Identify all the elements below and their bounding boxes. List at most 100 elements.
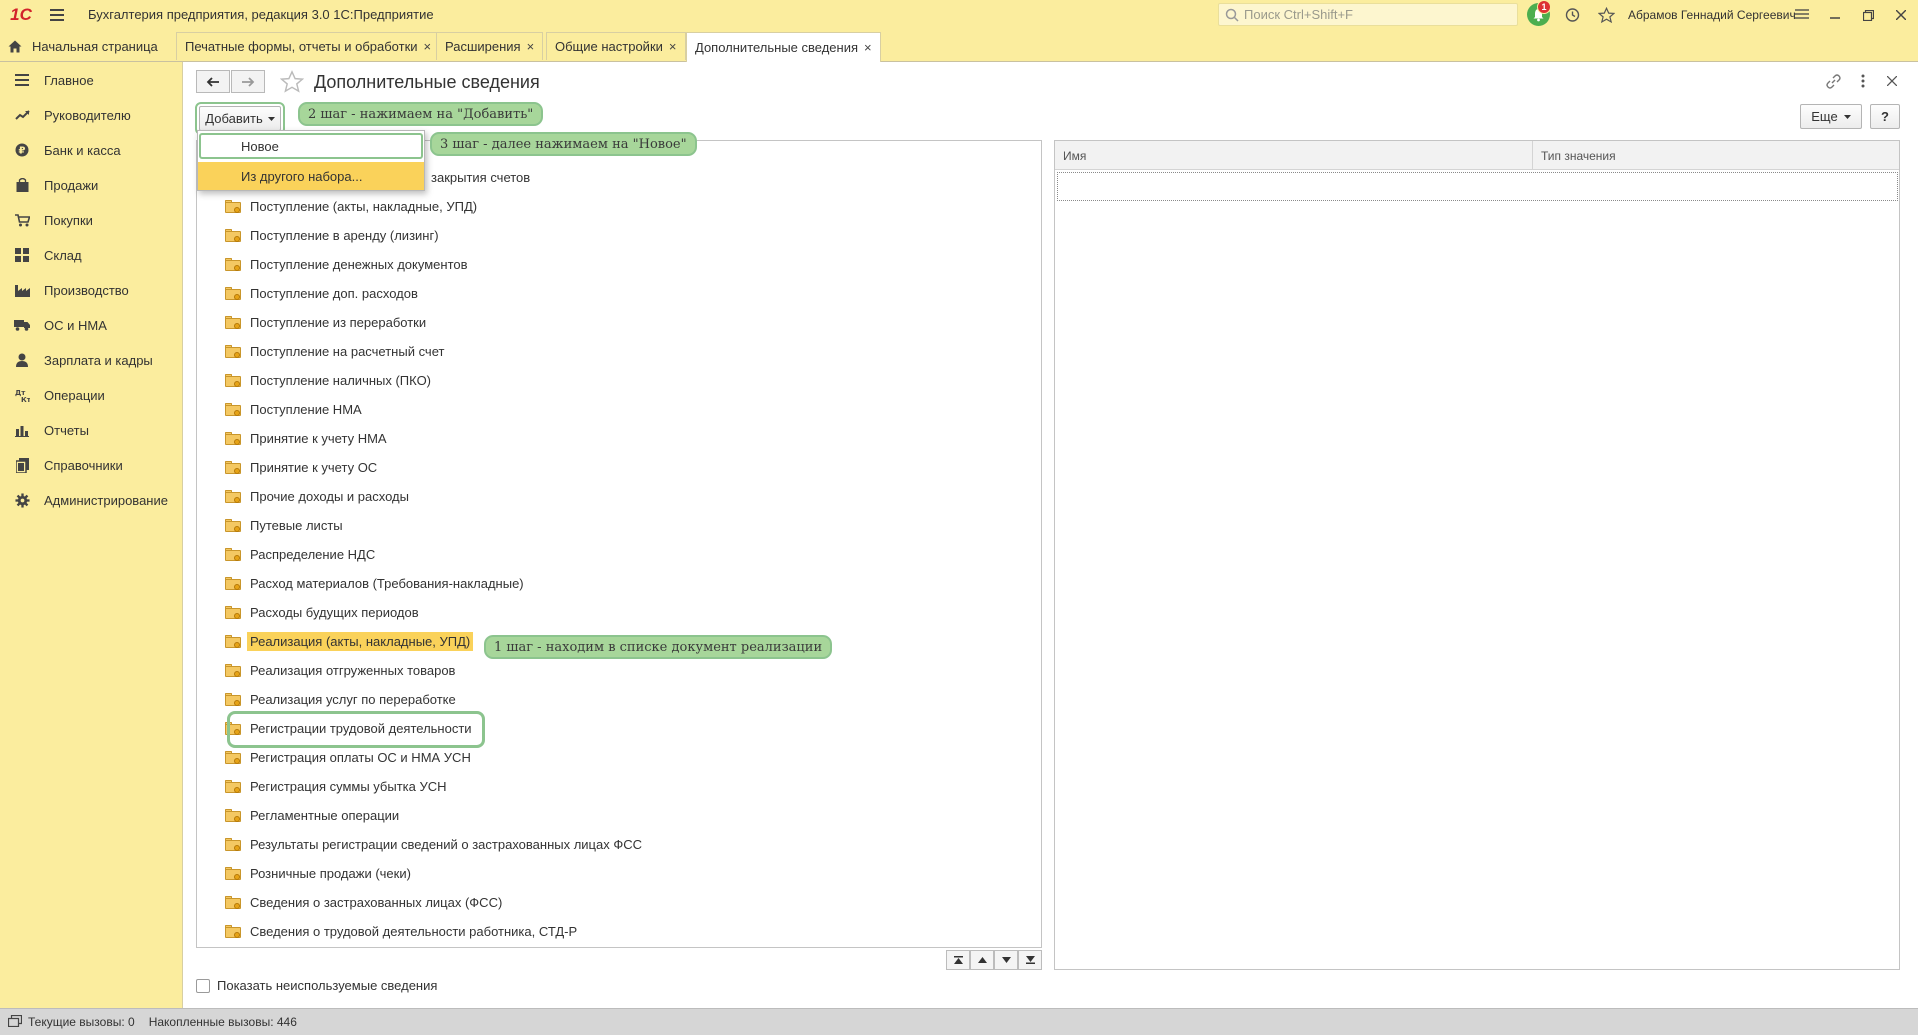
sidebar-item-catalogs[interactable]: Справочники bbox=[0, 450, 183, 480]
sidebar-item-reports[interactable]: Отчеты bbox=[0, 415, 183, 445]
column-name[interactable]: Имя bbox=[1055, 141, 1532, 170]
sidebar-item-label: Производство bbox=[44, 282, 129, 298]
list-item[interactable]: Поступление НМА bbox=[197, 395, 1041, 424]
list-item[interactable]: Принятие к учету НМА bbox=[197, 424, 1041, 453]
scroll-top-button[interactable] bbox=[946, 950, 970, 970]
list-item[interactable]: Поступление в аренду (лизинг) bbox=[197, 221, 1041, 250]
help-button[interactable]: ? bbox=[1870, 104, 1900, 129]
table-row[interactable] bbox=[1057, 172, 1898, 201]
more-vertical-icon[interactable] bbox=[1854, 72, 1872, 90]
list-item[interactable]: Реализация отгруженных товаров bbox=[197, 656, 1041, 685]
main-menu-icon[interactable] bbox=[42, 0, 72, 29]
list-item[interactable]: Реализация услуг по переработке bbox=[197, 685, 1041, 714]
column-value-type[interactable]: Тип значения bbox=[1532, 141, 1899, 170]
more-button-label: Еще bbox=[1811, 109, 1838, 124]
info-sets-list[interactable]: закрытия счетов Поступление (акты, накла… bbox=[196, 140, 1042, 948]
show-unused-checkbox[interactable]: Показать неиспользуемые сведения bbox=[196, 978, 437, 993]
user-name[interactable]: Абрамов Геннадий Сергеевич bbox=[1628, 8, 1796, 22]
favorites-star-icon[interactable] bbox=[1596, 5, 1616, 25]
checkbox-label: Показать неиспользуемые сведения bbox=[217, 978, 438, 993]
sidebar-item-production[interactable]: Производство bbox=[0, 275, 183, 305]
scroll-down-button[interactable] bbox=[994, 950, 1018, 970]
gear-icon bbox=[14, 492, 30, 508]
list-item[interactable]: Расходы будущих периодов bbox=[197, 598, 1041, 627]
list-item[interactable]: Поступление денежных документов bbox=[197, 250, 1041, 279]
sidebar-item-sales[interactable]: Продажи bbox=[0, 170, 183, 200]
tab-extensions[interactable]: Расширения × bbox=[436, 32, 544, 60]
tab-print-forms[interactable]: Печатные формы, отчеты и обработки × bbox=[176, 32, 441, 60]
tab-general-settings[interactable]: Общие настройки × bbox=[546, 32, 686, 60]
menu-item-from-other-set[interactable]: Из другого набора... bbox=[198, 162, 424, 190]
tab-additional-info[interactable]: Дополнительные сведения × bbox=[686, 32, 881, 62]
list-item-label: Реализация отгруженных товаров bbox=[250, 663, 456, 678]
tab-home[interactable]: Начальная страница bbox=[0, 32, 166, 60]
sidebar-item-administration[interactable]: Администрирование bbox=[0, 485, 183, 515]
list-item-label: Регистрация оплаты ОС и НМА УСН bbox=[250, 750, 471, 765]
list-item[interactable]: Путевые листы bbox=[197, 511, 1041, 540]
favorite-star-icon[interactable] bbox=[279, 70, 305, 98]
sidebar-item-main[interactable]: Главное bbox=[0, 65, 183, 95]
sidebar-item-label: Главное bbox=[44, 72, 94, 88]
list-item[interactable]: Сведения о трудовой деятельности работни… bbox=[197, 917, 1041, 946]
search-input[interactable]: Поиск Ctrl+Shift+F bbox=[1218, 3, 1518, 26]
menu-item-label: Новое bbox=[241, 138, 279, 154]
list-item-label: Поступление из переработки bbox=[250, 315, 427, 330]
link-icon[interactable] bbox=[1824, 72, 1842, 90]
sidebar-item-salary[interactable]: Зарплата и кадры bbox=[0, 345, 183, 375]
tab-close-icon[interactable]: × bbox=[527, 39, 535, 54]
list-item[interactable]: Розничные продажи (чеки) bbox=[197, 859, 1041, 888]
list-item[interactable]: Сведения о застрахованных лицах (ФСС) bbox=[197, 888, 1041, 917]
list-item[interactable]: Регламентные операции bbox=[197, 801, 1041, 830]
restore-icon[interactable] bbox=[1859, 6, 1877, 24]
close-form-icon[interactable] bbox=[1883, 72, 1901, 90]
list-item[interactable]: Регистрация суммы убытка УСН bbox=[197, 772, 1041, 801]
bag-icon bbox=[14, 177, 30, 193]
sidebar-item-label: Зарплата и кадры bbox=[44, 352, 153, 368]
sidebar-item-fixed-assets[interactable]: ОС и НМА bbox=[0, 310, 183, 340]
list-item[interactable]: Поступление (акты, накладные, УПД) bbox=[197, 192, 1041, 221]
history-icon[interactable] bbox=[1562, 5, 1582, 25]
more-button[interactable]: Еще bbox=[1800, 104, 1862, 129]
minimize-icon[interactable] bbox=[1826, 6, 1844, 24]
list-item[interactable]: Поступление на расчетный счет bbox=[197, 337, 1041, 366]
folder-icon bbox=[225, 345, 241, 358]
list-item[interactable]: Поступление доп. расходов bbox=[197, 279, 1041, 308]
dropdown-arrow-icon bbox=[267, 116, 275, 121]
list-item-label: Принятие к учету ОС bbox=[250, 460, 378, 475]
tab-close-icon[interactable]: × bbox=[669, 39, 677, 54]
list-item[interactable]: Прочие доходы и расходы bbox=[197, 482, 1041, 511]
list-item[interactable]: Поступление из переработки bbox=[197, 308, 1041, 337]
list-item-label: Поступление наличных (ПКО) bbox=[250, 373, 432, 388]
list-item-label: закрытия счетов bbox=[431, 170, 531, 185]
tab-close-icon[interactable]: × bbox=[864, 40, 872, 55]
menu-item-new[interactable]: Новое bbox=[198, 132, 424, 160]
scroll-bottom-button[interactable] bbox=[1018, 950, 1042, 970]
folder-icon bbox=[225, 229, 241, 242]
list-item[interactable]: Распределение НДС bbox=[197, 540, 1041, 569]
add-button[interactable]: Добавить bbox=[195, 102, 285, 135]
list-item[interactable]: Принятие к учету ОС bbox=[197, 453, 1041, 482]
windows-icon[interactable] bbox=[7, 1014, 23, 1030]
sidebar-item-manager[interactable]: Руководителю bbox=[0, 100, 183, 130]
list-item-label: Результаты регистрации сведений о застра… bbox=[250, 837, 642, 852]
forward-button[interactable] bbox=[231, 70, 265, 93]
checkbox-box[interactable] bbox=[196, 978, 210, 993]
list-item[interactable]: Расход материалов (Требования-накладные) bbox=[197, 569, 1041, 598]
list-item[interactable]: Результаты регистрации сведений о застра… bbox=[197, 830, 1041, 859]
scroll-up-button[interactable] bbox=[970, 950, 994, 970]
sidebar-item-operations[interactable]: Дт Кт Операции bbox=[0, 380, 183, 410]
status-bar: Текущие вызовы: 0 Накопленные вызовы: 44… bbox=[0, 1008, 1918, 1035]
sidebar-item-bank[interactable]: ₽ Банк и касса bbox=[0, 135, 183, 165]
list-item[interactable]: Регистрация оплаты ОС и НМА УСН bbox=[197, 743, 1041, 772]
settings-menu-icon[interactable] bbox=[1793, 6, 1811, 24]
sidebar-item-warehouse[interactable]: Склад bbox=[0, 240, 183, 270]
list-item[interactable]: Поступление наличных (ПКО) bbox=[197, 366, 1041, 395]
tab-close-icon[interactable]: × bbox=[424, 39, 432, 54]
app-title: Бухгалтерия предприятия, редакция 3.0 1С… bbox=[88, 7, 434, 22]
sidebar-item-purchases[interactable]: Покупки bbox=[0, 205, 183, 235]
sidebar-item-label: Отчеты bbox=[44, 422, 89, 438]
tab-label: Расширения bbox=[445, 39, 521, 54]
list-item[interactable]: Регистрации трудовой деятельности bbox=[197, 714, 1041, 743]
close-window-icon[interactable] bbox=[1892, 6, 1910, 24]
back-button[interactable] bbox=[196, 70, 230, 93]
